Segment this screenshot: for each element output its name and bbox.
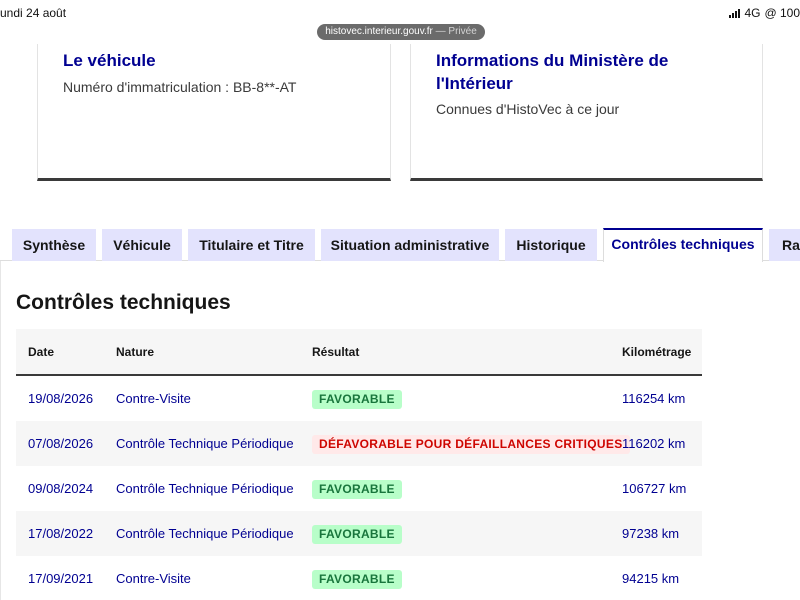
table-row: 17/09/2021 Contre-Visite FAVORABLE 94215…	[16, 556, 702, 600]
header-date: Date	[28, 345, 55, 359]
header-mileage: Kilométrage	[622, 345, 692, 359]
network-label: 4G	[744, 6, 761, 20]
row-mileage: 116202 km	[622, 436, 686, 451]
row-nature: Contre-Visite	[116, 571, 191, 586]
tab-synthese[interactable]: Synthèse	[12, 229, 96, 261]
row-date: 09/08/2024	[28, 481, 94, 496]
tab-controles-techniques[interactable]: Contrôles techniques	[603, 228, 763, 262]
ministry-card: Informations du Ministère de l'Intérieur…	[410, 44, 763, 181]
tab-titulaire[interactable]: Titulaire et Titre	[188, 229, 315, 261]
row-nature: Contre-Visite	[116, 391, 191, 406]
row-date: 07/08/2026	[28, 436, 94, 451]
header-result: Résultat	[312, 345, 360, 359]
status-badge: FAVORABLE	[312, 570, 402, 590]
table-row: 17/08/2022 Contrôle Technique Périodique…	[16, 511, 702, 556]
row-date: 17/09/2021	[28, 571, 94, 586]
address-domain: histovec.interieur.gouv.fr	[325, 26, 433, 37]
row-result: FAVORABLE	[312, 556, 402, 600]
section-title: Contrôles techniques	[16, 291, 231, 314]
status-badge: FAVORABLE	[312, 390, 402, 410]
status-date: undi 24 août	[0, 6, 67, 20]
ministry-card-title: Informations du Ministère de l'Intérieur	[436, 51, 669, 93]
row-mileage: 97238 km	[622, 526, 680, 541]
status-indicators: 4G @ 100	[729, 6, 800, 20]
vehicle-card: Le véhicule Numéro d'immatriculation : B…	[37, 44, 391, 181]
battery-label: @ 100	[764, 6, 800, 20]
header-nature: Nature	[116, 345, 155, 359]
row-nature: Contrôle Technique Périodique	[116, 436, 294, 451]
row-date: 17/08/2022	[28, 526, 94, 541]
row-nature: Contrôle Technique Périodique	[116, 481, 294, 496]
tab-situation[interactable]: Situation administrative	[321, 229, 499, 261]
tab-rapport[interactable]: Rap	[769, 229, 800, 261]
row-result: DÉFAVORABLE POUR DÉFAILLANCES CRITIQUES	[312, 421, 630, 466]
tab-vehicule[interactable]: Véhicule	[102, 229, 182, 261]
row-nature: Contrôle Technique Périodique	[116, 526, 294, 541]
row-result: FAVORABLE	[312, 466, 402, 511]
table-header: Date Nature Résultat Kilométrage	[16, 329, 702, 376]
status-badge: DÉFAVORABLE POUR DÉFAILLANCES CRITIQUES	[312, 435, 630, 455]
technical-controls-table: Date Nature Résultat Kilométrage 19/08/2…	[16, 329, 702, 600]
status-bar: undi 24 août 4G @ 100	[0, 0, 800, 26]
table-row: 19/08/2026 Contre-Visite FAVORABLE 11625…	[16, 376, 702, 421]
row-mileage: 116254 km	[622, 391, 686, 406]
row-mileage: 106727 km	[622, 481, 687, 496]
signal-icon	[729, 8, 741, 18]
status-badge: FAVORABLE	[312, 525, 402, 545]
address-bar[interactable]: histovec.interieur.gouv.fr — Privée	[317, 24, 485, 40]
registration-number: Numéro d'immatriculation : BB-8**-AT	[63, 79, 297, 95]
private-mode-label: — Privée	[435, 26, 477, 37]
row-mileage: 94215 km	[622, 571, 680, 586]
row-date: 19/08/2026	[28, 391, 94, 406]
ministry-card-text: Connues d'HistoVec à ce jour	[436, 101, 620, 117]
table-row: 07/08/2026 Contrôle Technique Périodique…	[16, 421, 702, 466]
row-result: FAVORABLE	[312, 376, 402, 421]
table-row: 09/08/2024 Contrôle Technique Périodique…	[16, 466, 702, 511]
tab-historique[interactable]: Historique	[505, 229, 597, 261]
vehicle-card-title: Le véhicule	[63, 51, 156, 70]
status-badge: FAVORABLE	[312, 480, 402, 500]
row-result: FAVORABLE	[312, 511, 402, 556]
